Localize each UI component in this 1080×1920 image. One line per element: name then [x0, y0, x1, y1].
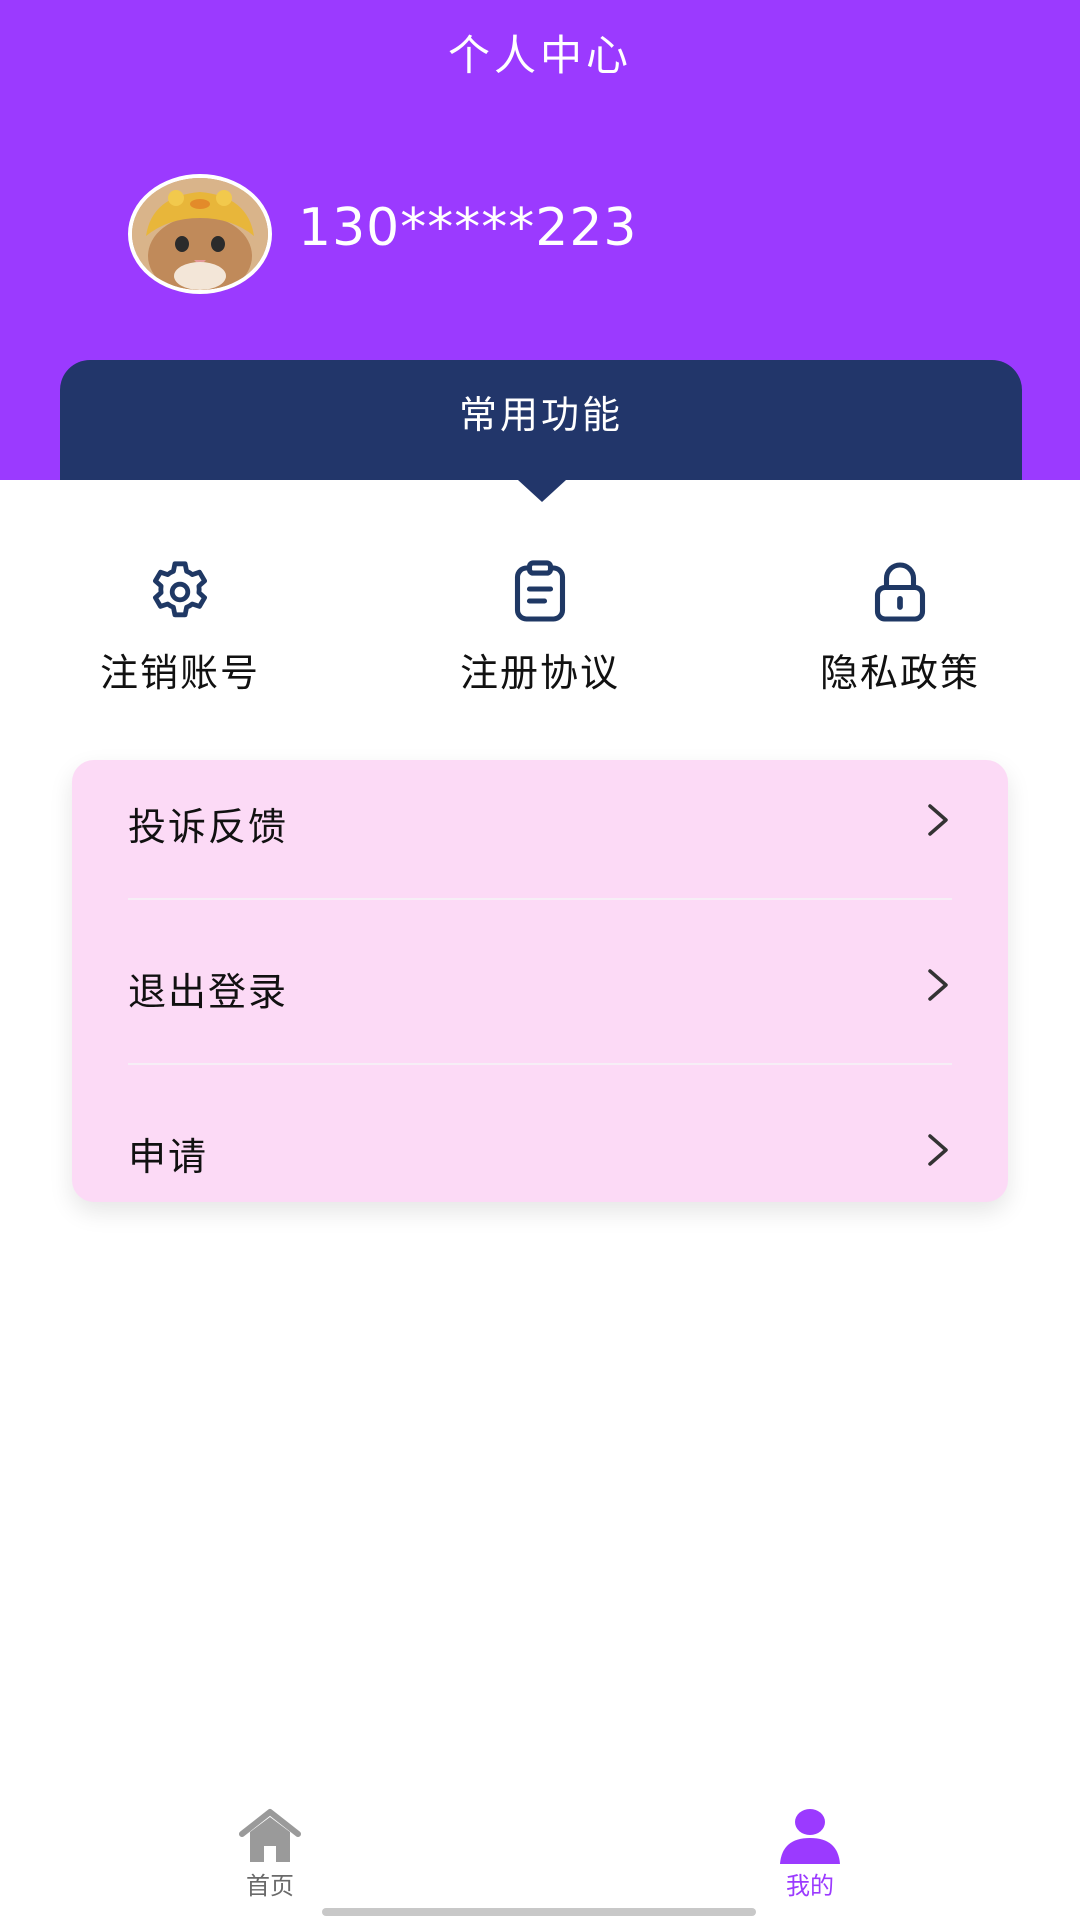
lock-icon: [874, 562, 926, 622]
home-indicator[interactable]: [322, 1908, 756, 1916]
nav-label: 首页: [246, 1872, 294, 1900]
clipboard-icon: [514, 560, 566, 622]
menu-card: 投诉反馈 退出登录 申请: [72, 760, 1008, 1202]
page-title: 个人中心: [447, 31, 632, 80]
home-icon: [239, 1809, 301, 1862]
function-label: 注销账号: [99, 651, 260, 695]
gear-icon: [153, 561, 207, 618]
nav-home[interactable]: 首页: [200, 1808, 340, 1908]
menu-item-apply[interactable]: 申请: [128, 1090, 952, 1210]
menu-item-label: 申请: [128, 1135, 209, 1179]
phone-number: 130*****223: [298, 198, 638, 258]
cat-avatar-icon: [132, 178, 268, 290]
avatar[interactable]: [128, 174, 272, 294]
chevron-right-icon: [928, 1134, 948, 1166]
menu-item-feedback[interactable]: 投诉反馈: [128, 760, 952, 880]
common-functions-tab: 常用功能: [60, 360, 1022, 480]
menu-divider: [128, 1063, 952, 1065]
nav-mine[interactable]: 我的: [740, 1808, 880, 1908]
chevron-right-icon: [928, 969, 948, 1001]
menu-item-label: 投诉反馈: [128, 805, 289, 849]
menu-divider: [128, 898, 952, 900]
menu-item-logout[interactable]: 退出登录: [128, 925, 952, 1045]
chevron-right-icon: [928, 804, 948, 836]
function-label: 隐私政策: [819, 651, 980, 695]
registration-agreement-button[interactable]: 注册协议: [390, 556, 690, 706]
tab-notch: [518, 480, 566, 502]
cancel-account-button[interactable]: 注销账号: [30, 556, 330, 706]
section-title: 常用功能: [458, 393, 623, 437]
function-label: 注册协议: [459, 651, 620, 695]
privacy-policy-button[interactable]: 隐私政策: [750, 556, 1050, 706]
menu-item-label: 退出登录: [128, 970, 289, 1014]
user-icon: [780, 1809, 840, 1864]
nav-label: 我的: [786, 1872, 834, 1900]
